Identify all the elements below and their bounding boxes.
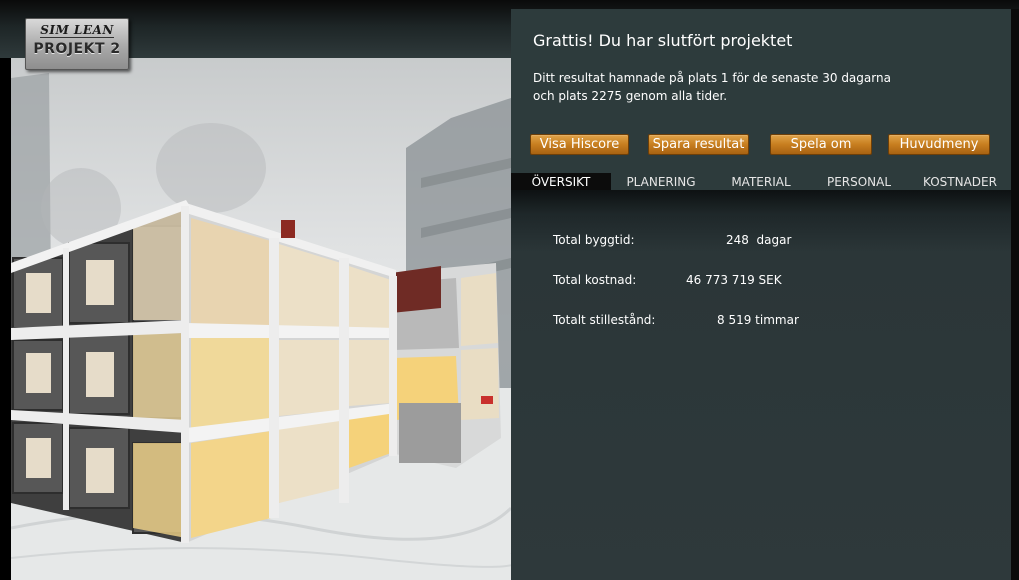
tab-material[interactable]: MATERIAL	[711, 173, 811, 190]
left-border	[0, 58, 11, 580]
view-hiscore-button[interactable]: Visa Hiscore	[530, 134, 629, 155]
sim-lean-logo: Sim Lean PROJEKT 2	[25, 18, 129, 70]
build-time-label: Total byggtid:	[553, 233, 635, 247]
overview-content: Total byggtid: 248 dagar Total kostnad: …	[511, 190, 1011, 580]
tab-planering[interactable]: PLANERING	[611, 173, 711, 190]
tab-kostnader[interactable]: KOSTNADER	[909, 173, 1011, 190]
total-cost-value: 46 773 719 SEK	[686, 273, 782, 287]
build-time-value: 248 dagar	[726, 233, 791, 247]
result-message-line2: och plats 2275 genom alla tider.	[533, 89, 728, 103]
result-tabs: ÖVERSIKT PLANERING MATERIAL PERSONAL KOS…	[511, 173, 1011, 190]
play-again-button[interactable]: Spela om	[770, 134, 872, 155]
building-render	[11, 73, 511, 580]
logo-project-label: PROJEKT 2	[33, 41, 121, 57]
right-border	[1011, 9, 1019, 580]
build-time-unit: dagar	[756, 233, 792, 247]
tab-oversikt[interactable]: ÖVERSIKT	[511, 173, 611, 190]
building-3d-view[interactable]	[11, 58, 511, 580]
downtime-label: Totalt stillestånd:	[553, 313, 656, 327]
build-time-number: 248	[726, 233, 749, 247]
main-menu-button[interactable]: Huvudmeny	[888, 134, 990, 155]
total-cost-label: Total kostnad:	[553, 273, 637, 287]
downtime-value: 8 519 timmar	[717, 313, 799, 327]
tab-personal[interactable]: PERSONAL	[809, 173, 909, 190]
result-message: Ditt resultat hamnade på plats 1 för de …	[533, 69, 893, 105]
result-message-line1: Ditt resultat hamnade på plats 1 för de …	[533, 71, 891, 85]
result-panel: Grattis! Du har slutfört projektet Ditt …	[511, 9, 1011, 189]
result-title: Grattis! Du har slutfört projektet	[533, 31, 793, 50]
save-result-button[interactable]: Spara resultat	[648, 134, 749, 155]
logo-brand: Sim Lean	[40, 23, 114, 38]
